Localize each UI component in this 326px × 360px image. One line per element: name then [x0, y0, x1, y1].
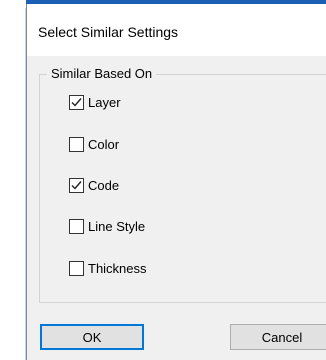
check-icon	[71, 97, 82, 107]
check-icon	[71, 180, 82, 190]
background-window-edge	[0, 0, 26, 360]
layer-label: Layer	[88, 94, 121, 110]
code-checkbox[interactable]	[69, 177, 84, 193]
thickness-label: Thickness	[88, 260, 147, 276]
group-legend: Similar Based On	[47, 66, 157, 82]
checkbox-row-line-style[interactable]: Line Style	[69, 217, 145, 235]
checkbox-row-layer[interactable]: Layer	[69, 93, 121, 111]
checkbox-row-color[interactable]: Color	[69, 135, 119, 153]
line-style-checkbox[interactable]	[69, 218, 84, 234]
screen: Select Similar Settings Similar Based On…	[0, 0, 326, 360]
layer-checkbox[interactable]	[69, 94, 84, 110]
ok-button[interactable]: OK	[40, 324, 144, 350]
dialog-title: Select Similar Settings	[38, 24, 179, 40]
checkbox-row-code[interactable]: Code	[69, 176, 119, 194]
dialog-titlebar[interactable]: Select Similar Settings	[27, 4, 326, 56]
color-label: Color	[88, 136, 120, 152]
code-label: Code	[88, 177, 120, 193]
color-checkbox[interactable]	[69, 136, 84, 152]
select-similar-settings-dialog: Select Similar Settings Similar Based On…	[26, 4, 326, 360]
cancel-button[interactable]: Cancel	[230, 324, 326, 350]
checkbox-row-thickness[interactable]: Thickness	[69, 259, 147, 277]
thickness-checkbox[interactable]	[69, 260, 84, 276]
line-style-label: Line Style	[88, 218, 146, 234]
